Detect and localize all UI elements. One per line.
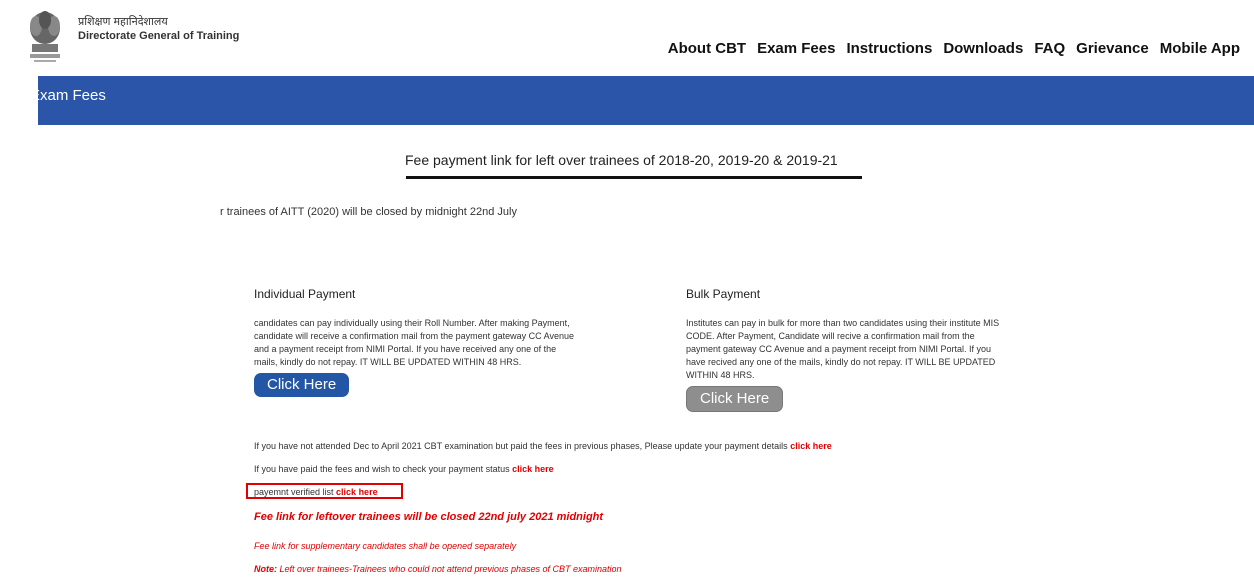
verified-list-line: payemnt verified list click here — [254, 487, 378, 497]
payment-status-link[interactable]: click here — [512, 464, 554, 474]
note-text: Left over trainees-Trainees who could no… — [277, 564, 622, 574]
org-name-hindi: प्रशिक्षण महानिदेशालय — [78, 16, 168, 28]
bulk-payment-text: Institutes can pay in bulk for more than… — [686, 318, 1000, 380]
national-emblem-icon — [30, 11, 60, 62]
bulk-payment-title: Bulk Payment — [686, 287, 761, 301]
individual-payment-section: Individual Payment candidates can pay in… — [254, 287, 584, 397]
heading-underline — [406, 176, 862, 179]
nav-downloads[interactable]: Downloads — [943, 40, 1023, 57]
verified-list-link[interactable]: click here — [336, 487, 378, 497]
nav-instructions[interactable]: Instructions — [846, 40, 932, 57]
individual-click-here-button[interactable]: Click Here — [254, 373, 350, 397]
org-name-english: Directorate General of Training — [78, 30, 240, 42]
nav-about-cbt[interactable]: About CBT — [668, 40, 746, 57]
verified-list-text: payemnt verified list — [254, 487, 337, 497]
individual-payment-text: candidates can pay individually using th… — [254, 318, 574, 367]
individual-payment-title: Individual Payment — [254, 287, 356, 301]
nav-exam-fees[interactable]: Exam Fees — [757, 40, 835, 57]
nav-faq[interactable]: FAQ — [1034, 40, 1065, 57]
banner-title: Exam Fees — [30, 87, 106, 104]
update-payment-line: If you have not attended Dec to April 20… — [254, 441, 832, 451]
payment-status-text: If you have paid the fees and wish to ch… — [254, 464, 513, 474]
update-payment-text: If you have not attended Dec to April 20… — [254, 441, 791, 451]
bulk-click-here-button[interactable]: Click Here — [686, 386, 784, 412]
page-heading: Fee payment link for left over trainees … — [405, 152, 838, 168]
update-payment-link[interactable]: click here — [790, 441, 832, 451]
scrolling-notice: r trainees of AITT (2020) will be closed… — [220, 206, 517, 218]
page-banner: Exam Fees — [30, 76, 1254, 125]
nav-grievance[interactable]: Grievance — [1076, 40, 1149, 57]
note-line: Note: Left over trainees-Trainees who co… — [254, 564, 622, 574]
main-nav: About CBT Exam Fees Instructions Downloa… — [668, 40, 1240, 57]
supplementary-notice: Fee link for supplementary candidates sh… — [254, 541, 517, 551]
note-label: Note: — [254, 564, 277, 574]
nav-mobile-app[interactable]: Mobile App — [1160, 40, 1240, 57]
site-header: प्रशिक्षण महानिदेशालय Directorate Genera… — [0, 0, 1254, 76]
bulk-payment-section: Bulk Payment Institutes can pay in bulk … — [686, 287, 1016, 412]
closing-notice: Fee link for leftover trainees will be c… — [254, 511, 604, 523]
payment-status-line: If you have paid the fees and wish to ch… — [254, 464, 554, 474]
